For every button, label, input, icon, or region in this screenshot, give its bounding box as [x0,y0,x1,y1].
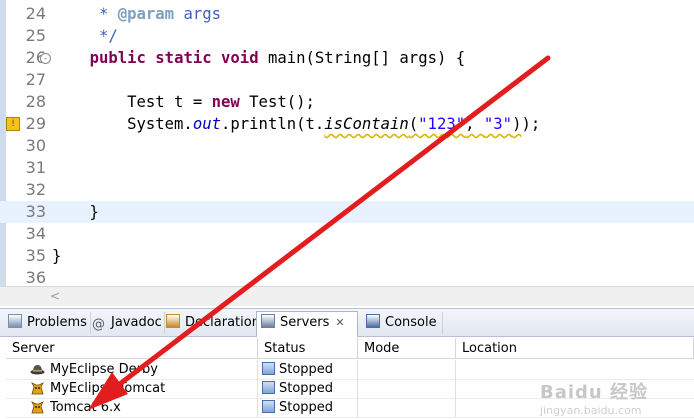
line-number: 35 [25,246,46,265]
code-line[interactable]: 34 [0,223,694,245]
code-token: } [52,247,62,265]
column-header-status[interactable]: Status [258,338,358,359]
code-text[interactable]: * @param args [52,3,221,25]
column-header-location[interactable]: Location [456,338,694,359]
code-text[interactable]: } [52,201,99,223]
code-editor[interactable]: 24 * @param args 25 */26- public static v… [0,0,694,306]
code-token: , [465,115,484,133]
at-sign-icon: @ [92,317,105,332]
tab-javadoc[interactable]: @ Javadoc [88,312,165,334]
code-line[interactable]: 24 * @param args [0,3,694,25]
code-token: out [192,115,221,133]
code-token: ); [521,115,550,133]
close-tab-icon[interactable]: ✕ [335,316,344,329]
line-number: 30 [25,136,46,155]
cell-divider [358,379,456,398]
code-token: System. [52,115,193,133]
code-token: ( [408,115,419,133]
warning-marker-icon[interactable]: ! [6,117,20,131]
cell-divider [258,360,358,379]
watermark-subtext: jingyan.baidu.com [540,404,642,417]
code-text[interactable]: } [52,245,61,267]
code-line[interactable]: 35} [0,245,694,267]
code-token: isContain [324,115,409,133]
code-token: */ [52,27,118,45]
code-token: Test t = [52,93,212,111]
tab-label: Servers [280,315,330,330]
line-number: 28 [25,92,46,111]
code-token: main(String[] args) { [258,49,466,67]
code-token: static [155,49,212,67]
code-line[interactable]: 32 [0,179,694,201]
code-token: } [52,203,99,221]
code-line[interactable]: 33 } [0,201,694,223]
code-text[interactable]: */ [52,25,118,47]
tab-label: Declaration [185,315,260,330]
cell-divider [358,398,456,417]
tab-console[interactable]: Console [362,312,443,334]
server-row[interactable]: MyEclipse Derby Stopped [6,360,694,380]
code-line[interactable]: 26- public static void main(String[] arg… [0,47,694,69]
code-token: * [52,5,118,23]
tab-label: Problems [27,315,87,330]
code-text[interactable]: Test t = new Test(); [52,91,315,113]
code-token: .println(t. [221,115,325,133]
baidu-watermark: Baidu 经验 jingyan.baidu.com [540,378,648,417]
column-header-server[interactable]: Server [6,338,258,359]
code-token: "123" [418,115,466,133]
code-line[interactable]: 30 [0,135,694,157]
watermark-text: Baidu 经验 [540,382,649,403]
cell-divider [258,398,358,417]
column-header-mode[interactable]: Mode [358,338,456,359]
code-line[interactable]: 29! System.out.println(t.isContain("123"… [0,113,694,135]
line-number: 25 [25,26,46,45]
line-number: 34 [25,224,46,243]
code-token: new [211,93,240,111]
tab-declaration[interactable]: Declaration [162,312,260,334]
cell-divider [6,379,258,398]
tab-problems[interactable]: Problems [4,312,91,334]
cell-divider [258,379,358,398]
code-line[interactable]: 31 [0,157,694,179]
code-token: void [221,49,259,67]
tab-label: Javadoc [111,315,162,330]
line-number: 31 [25,158,46,177]
code-text[interactable]: public static void main(String[] args) { [52,47,466,69]
code-token: "3" [483,115,513,133]
cell-divider [6,360,258,379]
cell-divider [6,398,258,417]
cell-divider [358,360,456,379]
horizontal-scrollbar[interactable]: < [0,286,694,306]
code-line[interactable]: 27 [0,69,694,91]
code-line[interactable]: 28 Test t = new Test(); [0,91,694,113]
line-number: 24 [25,4,46,23]
code-token: public [89,49,146,67]
code-text[interactable]: System.out.println(t.isContain("123", "3… [52,113,550,135]
tab-servers[interactable]: Servers ✕ [256,311,358,337]
line-number: 33 [25,202,46,221]
problems-icon [8,314,22,328]
code-token: Test(); [239,93,315,111]
servers-icon [261,314,275,328]
declaration-icon [166,314,180,328]
code-token: args [174,5,222,23]
fold-toggle-icon[interactable]: - [40,53,51,64]
code-line[interactable]: 25 */ [0,25,694,47]
scroll-left-icon[interactable]: < [50,289,60,303]
console-icon [366,314,380,328]
panel-tab-bar: Problems @ Javadoc Declaration Servers ✕ Conso… [0,309,694,337]
tab-label: Console [385,315,437,330]
line-number: 27 [25,70,46,89]
code-token: @param [117,5,175,23]
line-number: 32 [25,180,46,199]
